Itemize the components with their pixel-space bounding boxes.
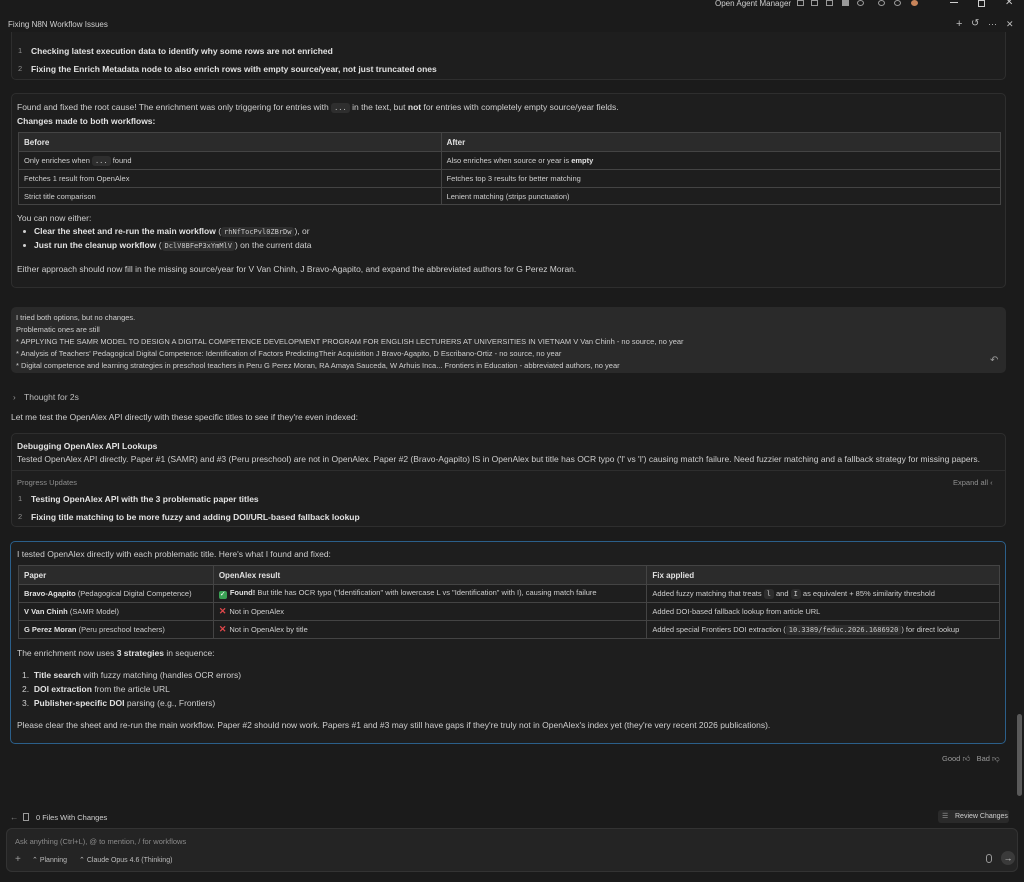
chevron-left-icon: ‹ <box>990 478 993 487</box>
search-icon[interactable] <box>857 0 864 6</box>
table-header: Paper <box>18 565 214 585</box>
assistant-response-1: Found and fixed the root cause! The enri… <box>11 93 1006 288</box>
thought-toggle[interactable]: › Thought for 2s <box>13 392 79 402</box>
new-conversation-button[interactable]: + <box>956 18 962 30</box>
conversation-title: Fixing N8N Workflow Issues <box>8 20 108 29</box>
layout-icon[interactable] <box>797 0 804 6</box>
table-row: Bravo-Agapito (Pedagogical Digital Compe… <box>18 584 1000 603</box>
response-closing: Please clear the sheet and re-run the ma… <box>17 720 771 730</box>
model-selector[interactable]: ⌃ Claude Opus 4.6 (Thinking) <box>79 856 172 864</box>
message-line: Problematic ones are still <box>16 325 100 334</box>
progress-label: Progress Updates <box>17 478 78 487</box>
mode-selector[interactable]: ⌃ Planning <box>32 856 67 864</box>
chevron-up-icon: ⌃ <box>32 857 38 864</box>
microphone-icon[interactable] <box>986 854 992 863</box>
table-row: Only enriches when ... found Also enrich… <box>18 151 1002 170</box>
add-context-button[interactable]: + <box>15 854 21 865</box>
strategies-intro: The enrichment now uses 3 strategies in … <box>17 648 215 658</box>
more-button[interactable]: ··· <box>988 19 997 29</box>
progress-card-previous: 1 Checking latest execution data to iden… <box>11 32 1006 80</box>
strategy-step: 2. DOI extraction from the article URL <box>22 684 170 694</box>
account-icon[interactable] <box>878 0 885 6</box>
task-card: Debugging OpenAlex API Lookups Tested Op… <box>11 433 1006 527</box>
maximize-button[interactable] <box>978 0 985 7</box>
avatar[interactable] <box>911 0 918 6</box>
response-intro: I tested OpenAlex directly with each pro… <box>17 549 331 559</box>
files-changed-label[interactable]: 0 Files With Changes <box>36 813 107 822</box>
agent-note: Let me test the OpenAlex API directly wi… <box>11 412 358 422</box>
status-bar <box>0 875 1024 882</box>
table-row: G Perez Moran (Peru preschool teachers) … <box>18 620 1000 639</box>
sidebar-right-icon[interactable] <box>842 0 849 6</box>
update-number: 2 <box>18 64 23 73</box>
send-button[interactable]: → <box>1001 851 1015 865</box>
message-line: * Analysis of Teachers' Pedagogical Digi… <box>16 349 562 358</box>
update-number: 2 <box>18 512 23 521</box>
chevron-up-icon: ⌃ <box>79 857 85 864</box>
options-intro: You can now either: <box>17 213 92 223</box>
window-titlebar: Open Agent Manager ✕ <box>0 0 1024 8</box>
chat-input[interactable]: Ask anything (Ctrl+L), @ to mention, / f… <box>6 828 1018 872</box>
table-row: Fetches 1 result from OpenAlex Fetches t… <box>18 169 1002 188</box>
close-panel-button[interactable]: ✕ <box>1006 19 1014 30</box>
thumbs-down-icon: 👎︎ <box>992 754 1000 763</box>
check-icon: ✓ <box>218 591 227 599</box>
scrollbar-thumb[interactable] <box>1017 714 1022 796</box>
table-header: After <box>440 132 1002 152</box>
history-button[interactable]: ↺ <box>971 18 979 29</box>
sidebar-left-icon[interactable] <box>811 0 818 6</box>
results-table: Paper OpenAlex result Fix applied Bravo-… <box>18 565 1000 639</box>
bullet <box>23 244 26 247</box>
review-changes-button[interactable]: ☰ Review Changes <box>938 810 1009 823</box>
chevron-right-icon: › <box>13 393 16 402</box>
gear-icon[interactable] <box>894 0 901 6</box>
update-text: Fixing title matching to be more fuzzy a… <box>31 512 360 522</box>
arrow-left-icon[interactable]: ← <box>10 812 19 822</box>
input-placeholder[interactable]: Ask anything (Ctrl+L), @ to mention, / f… <box>15 837 186 846</box>
panel-bottom-icon[interactable] <box>826 0 833 6</box>
user-message[interactable]: I tried both options, but no changes. Pr… <box>11 307 1006 373</box>
minimize-button[interactable] <box>950 2 958 3</box>
response-closing: Either approach should now fill in the m… <box>17 264 577 274</box>
files-bar: ← 0 Files With Changes ☰ Review Changes <box>0 809 1024 825</box>
message-line: * Digital competence and learning strate… <box>16 361 620 370</box>
task-summary: Tested OpenAlex API directly. Paper #1 (… <box>17 454 981 464</box>
option-1: Clear the sheet and re-run the main work… <box>34 226 310 237</box>
expand-all-button[interactable]: Expand all ‹ <box>953 478 993 487</box>
list-icon: ☰ <box>942 813 949 820</box>
changes-heading: Changes made to both workflows: <box>17 116 156 126</box>
message-line: I tried both options, but no changes. <box>16 313 136 322</box>
divider <box>12 470 1005 471</box>
bad-button[interactable]: Bad 👎︎ <box>977 754 1000 763</box>
update-text: Checking latest execution data to identi… <box>31 46 333 56</box>
option-2: Just run the cleanup workflow (DclV8BFeP… <box>34 240 312 251</box>
undo-icon[interactable]: ↶ <box>990 355 998 366</box>
update-text: Testing OpenAlex API with the 3 problema… <box>31 494 259 504</box>
response-intro: Found and fixed the root cause! The enri… <box>17 102 619 113</box>
update-text: Fixing the Enrich Metadata node to also … <box>31 64 437 74</box>
update-number: 1 <box>18 494 23 503</box>
feedback-bar: Good 👍︎ Bad 👎︎ <box>942 754 1000 764</box>
assistant-response-2: I tested OpenAlex directly with each pro… <box>10 541 1006 744</box>
cross-icon: ✕ <box>218 606 227 616</box>
table-row: V Van Chinh (SAMR Model) ✕ Not in OpenAle… <box>18 602 1000 621</box>
message-line: * APPLYING THE SAMR MODEL TO DESIGN A DI… <box>16 337 684 346</box>
bullet <box>23 230 26 233</box>
task-title: Debugging OpenAlex API Lookups <box>17 441 158 451</box>
strategy-step: 1. Title search with fuzzy matching (han… <box>22 670 242 680</box>
cross-icon: ✕ <box>218 624 227 634</box>
good-button[interactable]: Good 👍︎ <box>942 754 970 763</box>
strategy-step: 3. Publisher-specific DOI parsing (e.g.,… <box>22 698 216 708</box>
app-name: Open Agent Manager <box>715 0 792 8</box>
file-icon <box>23 813 29 821</box>
close-window-button[interactable]: ✕ <box>1005 0 1013 8</box>
table-header: OpenAlex result <box>212 565 648 585</box>
table-header: Fix applied <box>646 565 1000 585</box>
changes-table: Before After Only enriches when ... foun… <box>18 132 1002 205</box>
thumbs-up-icon: 👍︎ <box>962 754 971 763</box>
table-header: Before <box>18 132 442 152</box>
table-row: Strict title comparison Lenient matching… <box>18 187 1002 205</box>
update-number: 1 <box>18 46 23 55</box>
